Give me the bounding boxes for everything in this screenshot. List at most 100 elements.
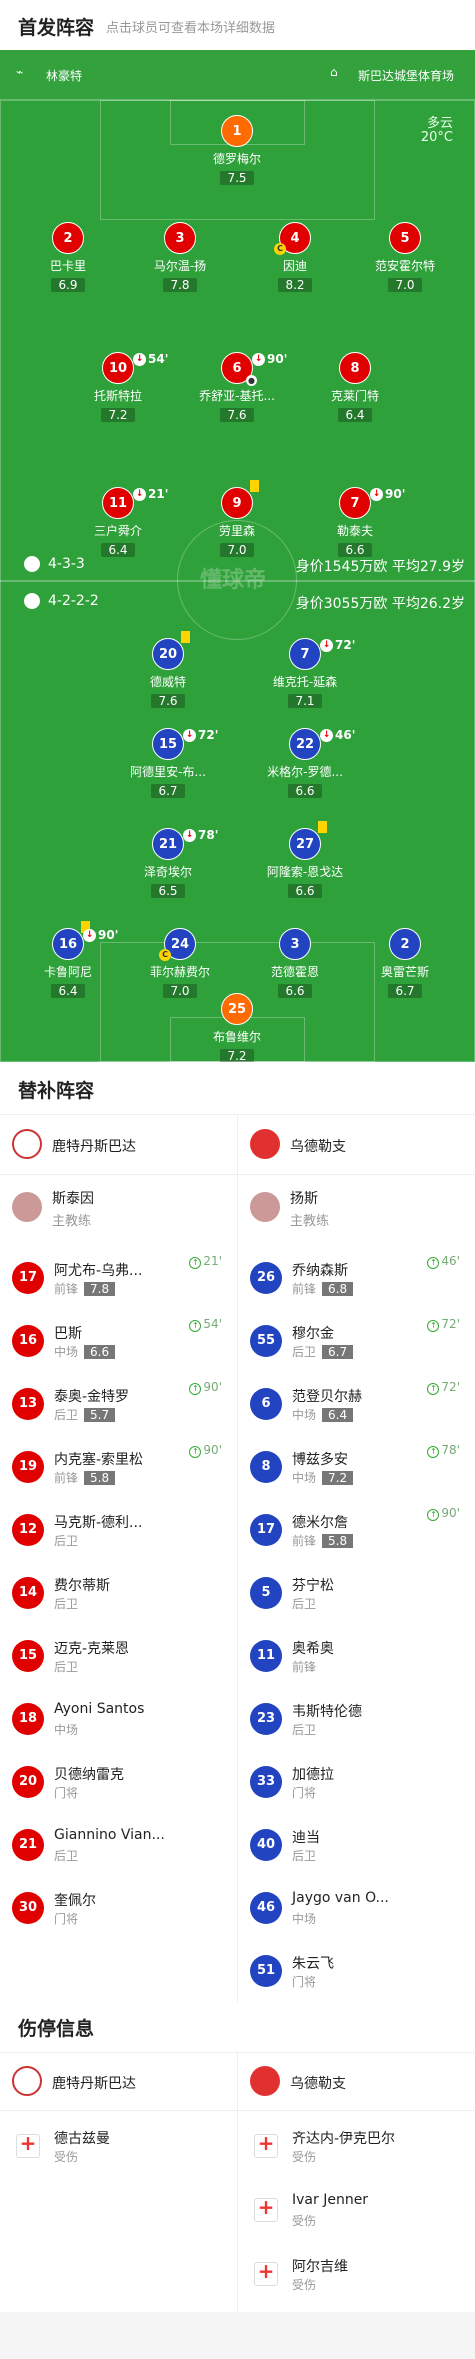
player-name: 范德霍恩 [270, 965, 319, 979]
sub-position: 门将 [54, 1786, 79, 1800]
away-sub-row[interactable]: 5 芬宁松 后卫 [250, 1567, 460, 1627]
player-name: 巴卡里 [49, 259, 86, 273]
away-player[interactable]: 24 C 菲尔赫费尔 7.0 [125, 928, 235, 999]
sub-rating: 5.8 [84, 1471, 116, 1485]
player-number: 22 ↓ 46' [289, 728, 355, 760]
sub-name: 费尔蒂斯 [54, 1578, 110, 1594]
home-player[interactable]: 6 ● ↓ 90' 乔舒亚-基托... 7.6 [182, 352, 292, 423]
home-sub-row[interactable]: 15 迈克-克莱恩 后卫 [12, 1630, 222, 1690]
home-sub-row[interactable]: 16 巴斯 中场 6.6 ↑ 54' [12, 1315, 222, 1375]
away-player[interactable]: 3 范德霍恩 6.6 [240, 928, 350, 999]
player-rating: 6.4 [338, 408, 372, 422]
home-player[interactable]: 9 劳里森 7.0 [182, 480, 292, 558]
sub-name: Jaygo van O... [292, 1890, 389, 1906]
sub-rating: 6.8 [322, 1282, 354, 1296]
player-number: 8 [339, 352, 371, 384]
home-sub-row[interactable]: 19 内克塞-索里松 前锋 5.8 ↑ 90' [12, 1441, 222, 1501]
home-sub-row[interactable]: 12 马克斯-德利... 后卫 [12, 1504, 222, 1564]
home-player[interactable]: 8 克莱门特 6.4 [300, 352, 410, 423]
player-rating: 7.0 [388, 278, 422, 292]
sub-position: 后卫 5.7 [54, 1406, 116, 1423]
home-sub-row[interactable]: 20 贝德纳雷克 门将 [12, 1756, 222, 1816]
sub-name: 范登贝尔赫 [292, 1389, 362, 1405]
sub-position: 中场 6.6 [54, 1343, 116, 1360]
home-player[interactable]: 5 范安霍尔特 7.0 [350, 222, 460, 293]
away-player[interactable]: 21 ↓ 78' 泽奇埃尔 6.5 [113, 828, 223, 899]
sub-name: 迪当 [292, 1830, 320, 1846]
player-name: 克莱门特 [330, 389, 379, 403]
sub-time: 54' [148, 352, 169, 366]
player-rating: 6.9 [51, 278, 85, 292]
away-player[interactable]: 22 ↓ 46' 米格尔-罗德... 6.6 [250, 728, 360, 799]
away-player[interactable]: 15 ↓ 72' 阿德里安-布... 6.7 [113, 728, 223, 799]
medical-kit-icon [254, 2259, 278, 2286]
home-player[interactable]: 1 德罗梅尔 7.5 [182, 115, 292, 186]
sub-out-icon: ↓ [183, 729, 196, 742]
home-player[interactable]: 4 C 因迪 8.2 [240, 222, 350, 293]
away-player[interactable]: 27 阿隆索-恩戈达 6.6 [250, 821, 360, 899]
away-player[interactable]: 20 德威特 7.6 [113, 631, 223, 709]
home-player[interactable]: 7 ↓ 90' 勒泰夫 6.6 [300, 487, 410, 558]
home-sub-row[interactable]: 18 Ayoni Santos 中场 [12, 1693, 222, 1753]
away-sub-row[interactable]: 6 范登贝尔赫 中场 6.4 ↑ 72' [250, 1378, 460, 1438]
away-coach-name[interactable]: 扬斯 [290, 1188, 318, 1208]
away-sub-row[interactable]: 40 迪当后卫 [250, 1819, 460, 1879]
watermark: 懂球帝 [200, 568, 267, 593]
sub-position: 后卫 [292, 1849, 317, 1863]
home-sub-row[interactable]: 21 Giannino Vian... 后卫 [12, 1819, 222, 1879]
home-injury-row[interactable]: 德古兹曼受伤 [12, 2120, 227, 2180]
away-sub-row[interactable]: 51 朱云飞 门将 [250, 1945, 460, 2005]
away-sub-row[interactable]: 17 德米尔詹 前锋 5.8 ↑ 90' [250, 1504, 460, 1564]
away-sub-row[interactable]: 46 Jaygo van O... 中场 [250, 1882, 460, 1942]
home-coach-name[interactable]: 斯泰因 [52, 1188, 94, 1208]
away-sub-row[interactable]: 11 奥希奥 前锋 [250, 1630, 460, 1690]
away-player[interactable]: 2 奥雷芒斯 6.7 [350, 928, 460, 999]
sub-in-time: ↑ 72' [427, 1317, 460, 1332]
home-sub-row[interactable]: 14 费尔蒂斯 后卫 [12, 1567, 222, 1627]
away-player[interactable]: 7 ↓ 72' 维克托-延森 7.1 [250, 638, 360, 709]
away-sub-row[interactable]: 33 加德拉 门将 [250, 1756, 460, 1816]
sub-number: 21 [12, 1829, 44, 1861]
sub-name: 贝德纳雷克 [54, 1767, 124, 1783]
sub-time: 72' [198, 728, 219, 742]
sub-position: 中场 [292, 1912, 317, 1926]
away-sub-row[interactable]: 55 穆尔金 后卫 6.7 ↑ 72' [250, 1315, 460, 1375]
away-sub-row[interactable]: 23 韦斯特伦德 后卫 [250, 1693, 460, 1753]
away-injury-row[interactable]: Ivar Jenner 受伤 [250, 2184, 465, 2244]
player-number: 16 ↓ 90' [52, 921, 118, 960]
stadium-icon: ⌂ [330, 65, 338, 79]
away-coach-avatar[interactable] [250, 1192, 280, 1222]
away-sub-row[interactable]: 8 博兹多安 中场 7.2 ↑ 78' [250, 1441, 460, 1501]
referee-name: 林豪特 [46, 69, 83, 83]
home-player[interactable]: 2 巴卡里 6.9 [13, 222, 123, 293]
away-injury-row[interactable]: 齐达内-伊克巴尔受伤 [250, 2120, 465, 2180]
home-sub-row[interactable]: 17 阿尤布-乌弗... 前锋 7.8 ↑ 21' [12, 1252, 222, 1312]
home-team-icon [24, 556, 40, 572]
player-number: 11 ↓ 21' [102, 487, 168, 519]
home-coach-avatar[interactable] [12, 1192, 42, 1222]
home-sub-row[interactable]: 13 泰奥-金特罗 后卫 5.7 ↑ 90' [12, 1378, 222, 1438]
home-player[interactable]: 11 ↓ 21' 三户舜介 6.4 [63, 487, 173, 558]
sub-out-marker: ↓ 90' [252, 343, 287, 375]
sub-number: 23 [250, 1703, 282, 1735]
away-sub-row[interactable]: 26 乔纳森斯 前锋 6.8 ↑ 46' [250, 1252, 460, 1312]
home-player[interactable]: 10 ↓ 54' 托斯特拉 7.2 [63, 352, 173, 423]
sub-number: 15 [12, 1640, 44, 1672]
sub-position: 中场 7.2 [292, 1469, 354, 1486]
player-name: 三户舜介 [93, 524, 142, 538]
sub-name: 韦斯特伦德 [292, 1704, 362, 1720]
home-sub-row[interactable]: 30 奎佩尔 门将 [12, 1882, 222, 1942]
player-name: 阿德里安-布... [130, 765, 206, 779]
player-name: 范安霍尔特 [374, 259, 435, 273]
sub-number: 11 [250, 1640, 282, 1672]
sub-out-icon: ↓ [83, 929, 96, 942]
sub-position: 后卫 [54, 1849, 79, 1863]
lineup-hint: 点击球员可查看本场详细数据 [106, 21, 276, 36]
sub-position: 前锋 5.8 [292, 1532, 354, 1549]
home-player[interactable]: 3 马尔温-扬 7.8 [125, 222, 235, 293]
sub-number: 40 [250, 1829, 282, 1861]
sub-in-time: ↑ 46' [427, 1254, 460, 1269]
away-injury-row[interactable]: 阿尔吉维受伤 [250, 2248, 465, 2308]
away-player[interactable]: 16 ↓ 90' 卡鲁阿尼 6.4 [13, 921, 123, 999]
away-player[interactable]: 25 布鲁维尔 7.2 [182, 993, 292, 1062]
